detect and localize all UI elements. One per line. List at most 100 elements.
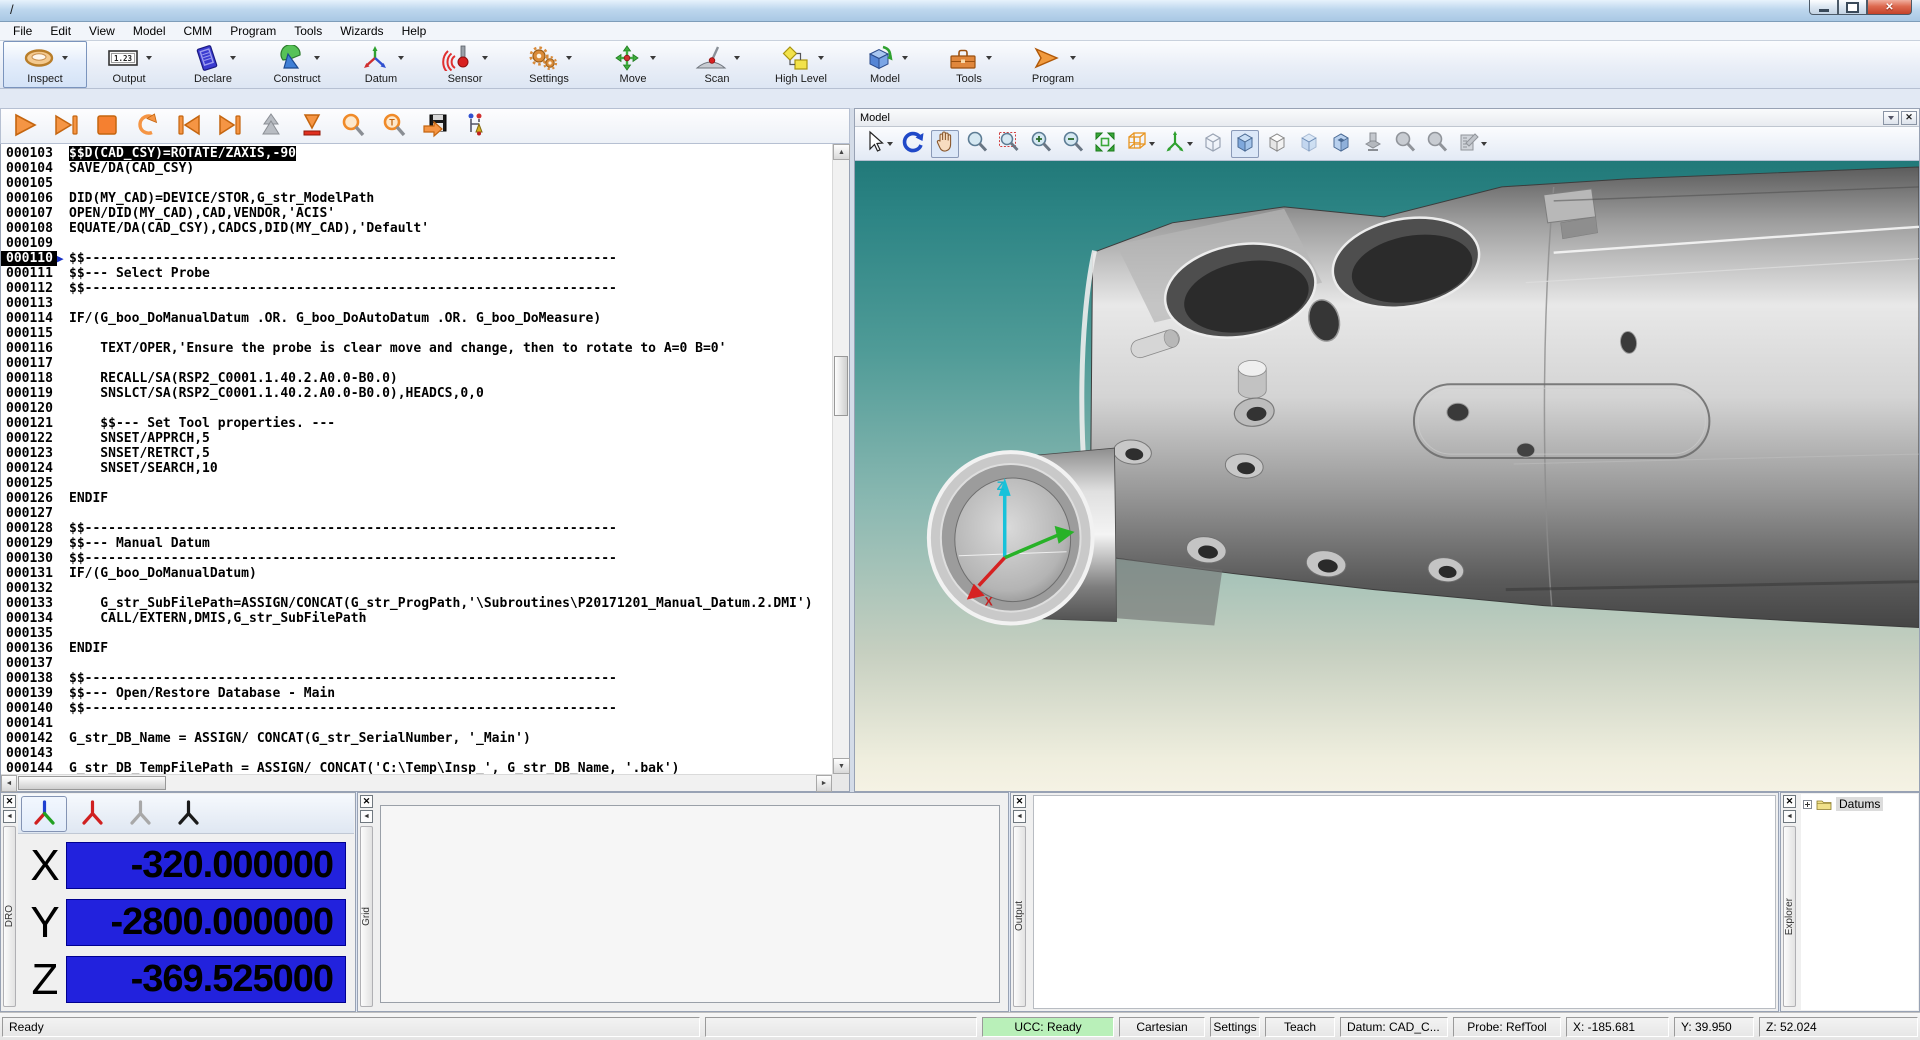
- code-line[interactable]: 000136ENDIF: [1, 641, 832, 656]
- toolbar-group[interactable]: High Level: [759, 41, 843, 88]
- code-area[interactable]: 000103$$D(CAD_CSY)=ROTATE/ZAXIS,-9000010…: [1, 144, 832, 774]
- output-collapse-icon[interactable]: [1013, 810, 1026, 823]
- code-line[interactable]: 000108EQUATE/DA(CAD_CSY),CADCS,DID(MY_CA…: [1, 221, 832, 236]
- code-line[interactable]: 000104SAVE/DA(CAD_CSY): [1, 161, 832, 176]
- 3d-model-canvas[interactable]: Z X: [855, 161, 1919, 791]
- horizontal-scroll-thumb[interactable]: [18, 776, 166, 790]
- 3d-viewport[interactable]: Z X: [855, 161, 1919, 791]
- model-tool-button[interactable]: [1059, 130, 1087, 158]
- code-line[interactable]: 000128$$--------------------------------…: [1, 521, 832, 536]
- explorer-collapse-icon[interactable]: [1783, 810, 1796, 823]
- model-tool-button[interactable]: [1027, 130, 1055, 158]
- model-tool-button[interactable]: [1391, 130, 1419, 158]
- code-line[interactable]: 000139$$--- Open/Restore Database - Main: [1, 686, 832, 701]
- playback-button[interactable]: [298, 112, 326, 140]
- toolbar-group[interactable]: Model: [843, 41, 927, 88]
- code-line[interactable]: 000124 SNSET/SEARCH,10: [1, 461, 832, 476]
- vertical-scrollbar[interactable]: [832, 144, 849, 774]
- model-tool-button[interactable]: [995, 130, 1023, 158]
- playback-button[interactable]: [134, 112, 162, 140]
- playback-button[interactable]: [216, 112, 244, 140]
- dropdown-caret[interactable]: [818, 56, 824, 60]
- code-line[interactable]: 000127: [1, 506, 832, 521]
- code-line[interactable]: 000111$$--- Select Probe: [1, 266, 832, 281]
- dro-tab[interactable]: [165, 796, 211, 832]
- code-line[interactable]: 000140$$--------------------------------…: [1, 701, 832, 716]
- playback-button[interactable]: [421, 112, 449, 140]
- playback-button[interactable]: [339, 112, 367, 140]
- close-button[interactable]: [1867, 0, 1912, 15]
- code-line[interactable]: 000138$$--------------------------------…: [1, 671, 832, 686]
- playback-button[interactable]: [257, 112, 285, 140]
- code-line[interactable]: 000137: [1, 656, 832, 671]
- model-tool-button[interactable]: [1263, 130, 1291, 158]
- toolbar-group[interactable]: Sensor: [423, 41, 507, 88]
- model-tool-button[interactable]: [1327, 130, 1355, 158]
- grid-close-icon[interactable]: [360, 795, 373, 808]
- code-line[interactable]: 000105: [1, 176, 832, 191]
- menu-item[interactable]: CMM: [175, 22, 222, 40]
- code-line[interactable]: 000119 SNSLCT/SA(RSP2_C0001.1.40.2.A0.0-…: [1, 386, 832, 401]
- dro-tab[interactable]: [117, 796, 163, 832]
- model-tool-button[interactable]: [1231, 130, 1259, 158]
- dmis-code-editor[interactable]: 000103$$D(CAD_CSY)=ROTATE/ZAXIS,-9000010…: [0, 144, 850, 792]
- menu-item[interactable]: Model: [124, 22, 175, 40]
- toolbar-group[interactable]: 1.23 Output: [87, 41, 171, 88]
- toolbar-group[interactable]: Scan: [675, 41, 759, 88]
- model-tool-button[interactable]: [1359, 130, 1387, 158]
- code-line[interactable]: 000109: [1, 236, 832, 251]
- model-panel-close-icon[interactable]: [1901, 111, 1917, 125]
- horizontal-scrollbar[interactable]: [1, 774, 832, 791]
- code-line[interactable]: 000130$$--------------------------------…: [1, 551, 832, 566]
- playback-button[interactable]: [175, 112, 203, 140]
- model-tool-button[interactable]: [1091, 130, 1119, 158]
- status-segment[interactable]: Datum: CAD_C...: [1340, 1017, 1448, 1037]
- dropdown-caret[interactable]: [62, 56, 68, 60]
- code-line[interactable]: 000143: [1, 746, 832, 761]
- code-line[interactable]: 000144G_str_DB_TempFilePath = ASSIGN/ CO…: [1, 761, 832, 774]
- code-line[interactable]: 000131IF/(G_boo_DoManualDatum): [1, 566, 832, 581]
- code-line[interactable]: 000116 TEXT/OPER,'Ensure the probe is cl…: [1, 341, 832, 356]
- toolbar-group[interactable]: Program: [1011, 41, 1095, 88]
- dropdown-caret[interactable]: [230, 56, 236, 60]
- code-line[interactable]: 000121 $$--- Set Tool properties. ---: [1, 416, 832, 431]
- toolbar-group[interactable]: Inspect: [3, 41, 87, 88]
- expand-icon[interactable]: [1803, 800, 1812, 809]
- dropdown-caret[interactable]: [1149, 142, 1155, 146]
- code-line[interactable]: 000123 SNSET/RETRCT,5: [1, 446, 832, 461]
- scroll-right-icon[interactable]: [816, 775, 832, 792]
- dro-close-icon[interactable]: [3, 795, 16, 808]
- maximize-button[interactable]: [1838, 0, 1867, 15]
- playback-button[interactable]: T: [380, 112, 408, 140]
- model-tool-button[interactable]: [1161, 130, 1195, 158]
- toolbar-group[interactable]: Datum: [339, 41, 423, 88]
- toolbar-group[interactable]: Move: [591, 41, 675, 88]
- dropdown-caret[interactable]: [650, 56, 656, 60]
- model-tool-button[interactable]: [963, 130, 991, 158]
- toolbar-group[interactable]: Declare: [171, 41, 255, 88]
- code-line[interactable]: 000118 RECALL/SA(RSP2_C0001.1.40.2.A0.0-…: [1, 371, 832, 386]
- panel-menu-caret-icon[interactable]: [1883, 111, 1899, 125]
- toolbar-group[interactable]: Settings: [507, 41, 591, 88]
- code-line[interactable]: 000115: [1, 326, 832, 341]
- dro-tab[interactable]: [69, 796, 115, 832]
- model-tool-button[interactable]: [1199, 130, 1227, 158]
- vertical-scroll-thumb[interactable]: [834, 356, 848, 416]
- dropdown-caret[interactable]: [482, 56, 488, 60]
- playback-button[interactable]: [462, 112, 490, 140]
- dropdown-caret[interactable]: [1481, 142, 1487, 146]
- code-line[interactable]: 000103$$D(CAD_CSY)=ROTATE/ZAXIS,-90: [1, 146, 832, 161]
- menu-item[interactable]: Help: [393, 22, 436, 40]
- dropdown-caret[interactable]: [566, 56, 572, 60]
- model-tool-button[interactable]: [1123, 130, 1157, 158]
- code-line[interactable]: 000134 CALL/EXTERN,DMIS,G_str_SubFilePat…: [1, 611, 832, 626]
- code-line[interactable]: 000133 G_str_SubFilePath=ASSIGN/CONCAT(G…: [1, 596, 832, 611]
- code-line[interactable]: 000117: [1, 356, 832, 371]
- scroll-up-icon[interactable]: [833, 144, 850, 160]
- code-line[interactable]: 000107OPEN/DID(MY_CAD),CAD,VENDOR,'ACIS': [1, 206, 832, 221]
- status-segment[interactable]: Probe: RefTool: [1453, 1017, 1561, 1037]
- code-line[interactable]: 000132: [1, 581, 832, 596]
- output-close-icon[interactable]: [1013, 795, 1026, 808]
- playback-button[interactable]: [93, 112, 121, 140]
- toolbar-group[interactable]: Tools: [927, 41, 1011, 88]
